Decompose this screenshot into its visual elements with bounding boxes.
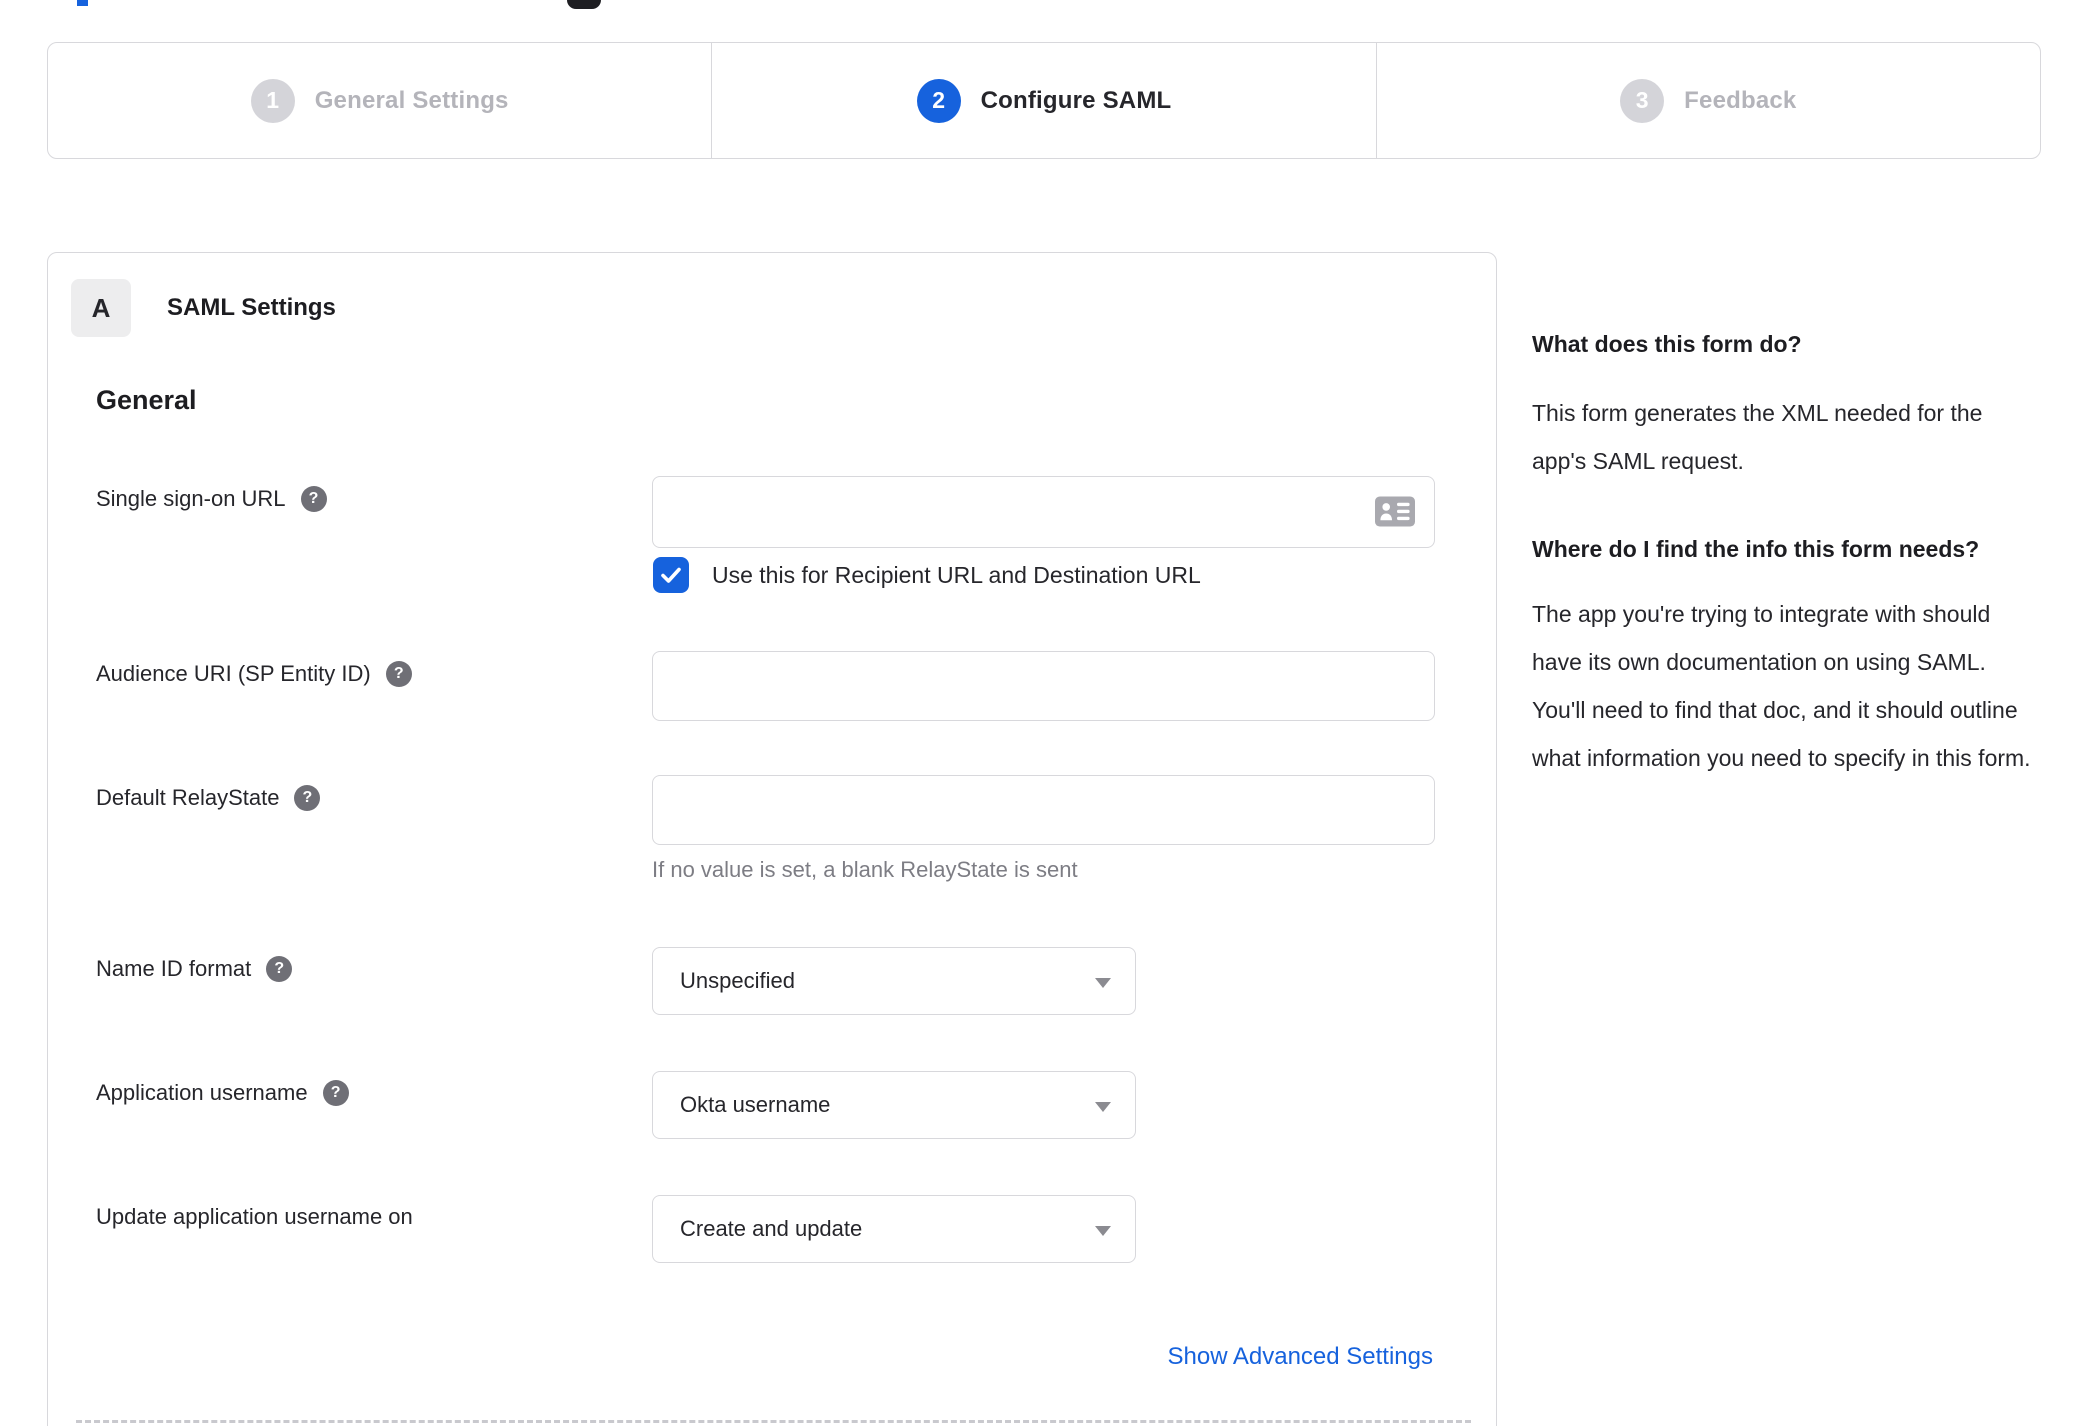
update-username-select[interactable]: Create and update: [652, 1195, 1136, 1263]
checkmark-icon: [661, 567, 681, 583]
wizard-stepper: 1 General Settings 2 Configure SAML 3 Fe…: [47, 42, 2041, 159]
app-username-label: Application username ?: [96, 1074, 349, 1112]
sidebar-heading-what: What does this form do?: [1532, 331, 1802, 357]
app-username-label-text: Application username: [96, 1080, 308, 1105]
help-icon[interactable]: ?: [294, 785, 321, 811]
audience-uri-label: Audience URI (SP Entity ID) ?: [96, 655, 412, 693]
step-number-badge: 1: [250, 78, 295, 123]
step-configure-saml[interactable]: 2 Configure SAML: [711, 43, 1375, 158]
recipient-url-checkbox[interactable]: [653, 557, 689, 593]
section-a-badge: A: [71, 279, 131, 337]
step-general-settings[interactable]: 1 General Settings: [48, 43, 711, 158]
recipient-url-checkbox-label: Use this for Recipient URL and Destinati…: [712, 561, 1201, 588]
relay-state-input[interactable]: [652, 775, 1435, 845]
general-heading: General: [96, 385, 197, 415]
relay-state-label-text: Default RelayState: [96, 785, 280, 810]
help-sidebar: What does this form do? This form genera…: [1532, 326, 2032, 782]
cutoff-app-logo-fragment: [567, 0, 601, 9]
help-icon[interactable]: ?: [322, 1080, 349, 1106]
name-id-format-label: Name ID format ?: [96, 950, 293, 988]
name-id-format-label-text: Name ID format: [96, 956, 252, 981]
update-username-label-text: Update application username on: [96, 1204, 413, 1229]
caret-down-icon: [1095, 978, 1111, 988]
step-label: Feedback: [1684, 86, 1797, 114]
sso-url-label: Single sign-on URL ?: [96, 480, 327, 518]
step-label: General Settings: [314, 86, 509, 114]
name-id-format-select[interactable]: Unspecified: [652, 947, 1136, 1015]
cutoff-blue-fragment: [77, 0, 88, 6]
app-username-select[interactable]: Okta username: [652, 1071, 1136, 1139]
update-username-value: Create and update: [680, 1216, 863, 1241]
sso-url-label-text: Single sign-on URL: [96, 486, 286, 511]
name-id-format-value: Unspecified: [680, 968, 795, 993]
saml-settings-panel: A SAML Settings General Single sign-on U…: [47, 252, 1497, 1426]
sidebar-paragraph-where: The app you're trying to integrate with …: [1532, 601, 2031, 771]
step-number-badge: 2: [916, 78, 961, 123]
help-icon[interactable]: ?: [385, 661, 412, 687]
sidebar-heading-where: Where do I find the info this form needs…: [1532, 536, 1980, 562]
step-number-badge: 3: [1620, 78, 1665, 123]
step-label: Configure SAML: [980, 86, 1172, 114]
show-advanced-settings-link[interactable]: Show Advanced Settings: [1167, 1343, 1433, 1371]
help-icon[interactable]: ?: [300, 486, 327, 512]
sso-url-input-wrap: [652, 476, 1435, 548]
audience-uri-input[interactable]: [652, 651, 1435, 721]
caret-down-icon: [1095, 1102, 1111, 1112]
step-feedback[interactable]: 3 Feedback: [1375, 43, 2040, 158]
panel-header: A SAML Settings: [71, 279, 336, 337]
relay-state-helper-text: If no value is set, a blank RelayState i…: [652, 857, 1078, 882]
section-dashed-divider: [76, 1420, 1471, 1423]
section-title: SAML Settings: [167, 294, 336, 321]
audience-uri-label-text: Audience URI (SP Entity ID): [96, 661, 371, 686]
sso-url-input[interactable]: [652, 476, 1435, 548]
relay-state-label: Default RelayState ?: [96, 779, 321, 817]
help-icon[interactable]: ?: [266, 956, 293, 982]
app-username-value: Okta username: [680, 1092, 831, 1117]
caret-down-icon: [1095, 1226, 1111, 1236]
update-username-label: Update application username on: [96, 1198, 413, 1236]
sidebar-paragraph-what: This form generates the XML needed for t…: [1532, 400, 1983, 474]
